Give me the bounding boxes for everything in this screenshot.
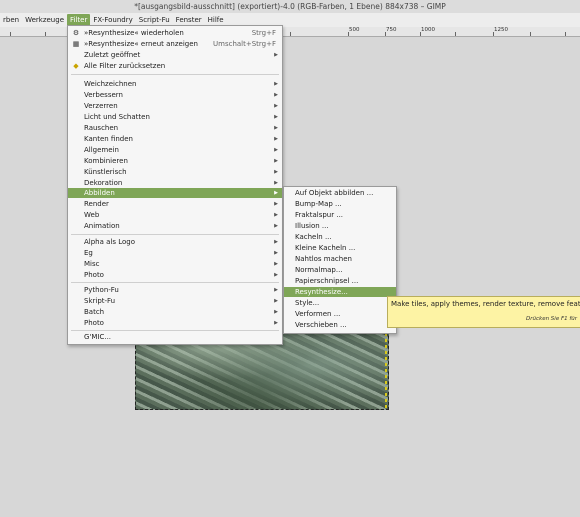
menu-item-verbessern[interactable]: Verbessern ▶ xyxy=(68,90,282,100)
submenu-arrow-icon: ▶ xyxy=(274,190,278,196)
gear-icon: ⚙ xyxy=(72,29,80,37)
window-title-bar: *[ausgangsbild-ausschnitt] (exportiert)-… xyxy=(0,0,580,13)
submenu-arrow-icon: ▶ xyxy=(274,212,278,218)
ruler-label-1000: 1000 xyxy=(421,27,435,33)
tooltip: Make tiles, apply themes, render texture… xyxy=(387,296,580,328)
menu-werkzeuge[interactable]: Werkzeuge xyxy=(22,14,67,26)
submenu-item-auf-objekt-abbilden[interactable]: Auf Objekt abbilden ... xyxy=(284,188,396,198)
submenu-item-bump-map[interactable]: Bump-Map ... xyxy=(284,199,396,209)
menu-item-python-fu[interactable]: Python-Fu ▶ xyxy=(68,285,282,295)
menu-item-rauschen[interactable]: Rauschen ▶ xyxy=(68,123,282,133)
menu-item-kombinieren[interactable]: Kombinieren ▶ xyxy=(68,156,282,166)
submenu-arrow-icon: ▶ xyxy=(274,250,278,256)
submenu-arrow-icon: ▶ xyxy=(274,287,278,293)
ruler-label-750: 750 xyxy=(386,27,397,33)
menu-item-batch[interactable]: Batch ▶ xyxy=(68,307,282,317)
submenu-arrow-icon: ▶ xyxy=(274,320,278,326)
submenu-arrow-icon: ▶ xyxy=(274,147,278,153)
submenu-item-style[interactable]: Style... xyxy=(284,298,396,308)
submenu-arrow-icon: ▶ xyxy=(274,52,278,58)
menu-item-allgemein[interactable]: Allgemein ▶ xyxy=(68,145,282,155)
menu-item-alpha-als-logo[interactable]: Alpha als Logo ▶ xyxy=(68,237,282,247)
submenu-arrow-icon: ▶ xyxy=(274,201,278,207)
submenu-item-fraktalspur[interactable]: Fraktalspur ... xyxy=(284,210,396,220)
menu-item-gmic[interactable]: G'MIC... xyxy=(68,332,282,342)
menu-item-recent[interactable]: Zuletzt geöffnet ▶ xyxy=(68,50,282,60)
menu-item-eg[interactable]: Eg ▶ xyxy=(68,248,282,258)
submenu-arrow-icon: ▶ xyxy=(274,298,278,304)
ruler-label-500: 500 xyxy=(349,27,360,33)
submenu-item-papierschnipsel[interactable]: Papierschnipsel ... xyxy=(284,276,396,286)
separator xyxy=(71,234,279,235)
submenu-arrow-icon: ▶ xyxy=(274,180,278,186)
menu-item-repeat[interactable]: ⚙ »Resynthesize« wiederholen Strg+F xyxy=(68,28,282,38)
window-title: *[ausgangsbild-ausschnitt] (exportiert)-… xyxy=(134,2,446,11)
menu-farben[interactable]: rben xyxy=(0,14,22,26)
tooltip-help: Drücken Sie F1 für xyxy=(526,316,578,322)
submenu-item-normalmap[interactable]: Normalmap... xyxy=(284,265,396,275)
reset-filters-icon: ◆ xyxy=(73,62,79,70)
separator xyxy=(71,282,279,283)
submenu-item-nahtlos-machen[interactable]: Nahtlos machen xyxy=(284,254,396,264)
menu-item-render[interactable]: Render ▶ xyxy=(68,199,282,209)
submenu-arrow-icon: ▶ xyxy=(274,223,278,229)
submenu-arrow-icon: ▶ xyxy=(274,114,278,120)
menu-item-kanten-finden[interactable]: Kanten finden ▶ xyxy=(68,134,282,144)
tooltip-text: Make tiles, apply themes, render texture… xyxy=(391,300,580,308)
menu-item-web[interactable]: Web ▶ xyxy=(68,210,282,220)
menu-item-kuenstlerisch[interactable]: Künstlerisch ▶ xyxy=(68,167,282,177)
submenu-arrow-icon: ▶ xyxy=(274,169,278,175)
menu-item-reset[interactable]: ◆ Alle Filter zurücksetzen xyxy=(68,61,282,71)
submenu-arrow-icon: ▶ xyxy=(274,92,278,98)
submenu-item-verformen[interactable]: Verformen ... xyxy=(284,309,396,319)
menu-item-photo-2[interactable]: Photo ▶ xyxy=(68,318,282,328)
submenu-arrow-icon: ▶ xyxy=(274,81,278,87)
submenu-item-kacheln[interactable]: Kacheln ... xyxy=(284,232,396,242)
ruler-label-1250: 1250 xyxy=(494,27,508,33)
abbilden-submenu: Auf Objekt abbilden ... Bump-Map ... Fra… xyxy=(283,186,397,334)
submenu-item-verschieben[interactable]: Verschieben ... xyxy=(284,320,396,330)
menu-item-dekoration[interactable]: Dekoration ▶ xyxy=(68,178,282,188)
submenu-arrow-icon: ▶ xyxy=(274,158,278,164)
submenu-arrow-icon: ▶ xyxy=(274,136,278,142)
menu-item-reshow[interactable]: ▦ »Resynthesize« erneut anzeigen Umschal… xyxy=(68,39,282,49)
menu-item-verzerren[interactable]: Verzerren ▶ xyxy=(68,101,282,111)
menu-item-skript-fu[interactable]: Skript-Fu ▶ xyxy=(68,296,282,306)
menu-item-animation[interactable]: Animation ▶ xyxy=(68,221,282,231)
submenu-item-illusion[interactable]: Illusion ... xyxy=(284,221,396,231)
filter-menu: ⚙ »Resynthesize« wiederholen Strg+F ▦ »R… xyxy=(67,25,283,345)
menu-item-abbilden[interactable]: Abbilden ▶ xyxy=(68,188,282,198)
separator xyxy=(71,74,279,75)
menu-item-photo[interactable]: Photo ▶ xyxy=(68,270,282,280)
submenu-arrow-icon: ▶ xyxy=(274,261,278,267)
separator xyxy=(71,330,279,331)
submenu-item-kleine-kacheln[interactable]: Kleine Kacheln ... xyxy=(284,243,396,253)
filter-dialog-icon: ▦ xyxy=(72,40,80,48)
submenu-arrow-icon: ▶ xyxy=(274,239,278,245)
submenu-arrow-icon: ▶ xyxy=(274,125,278,131)
menu-item-misc[interactable]: Misc ▶ xyxy=(68,259,282,269)
submenu-arrow-icon: ▶ xyxy=(274,309,278,315)
submenu-arrow-icon: ▶ xyxy=(274,103,278,109)
submenu-arrow-icon: ▶ xyxy=(274,272,278,278)
submenu-item-resynthesize[interactable]: Resynthesize... xyxy=(284,287,396,297)
menu-item-licht-und-schatten[interactable]: Licht und Schatten ▶ xyxy=(68,112,282,122)
menu-item-weichzeichnen[interactable]: Weichzeichnen ▶ xyxy=(68,79,282,89)
